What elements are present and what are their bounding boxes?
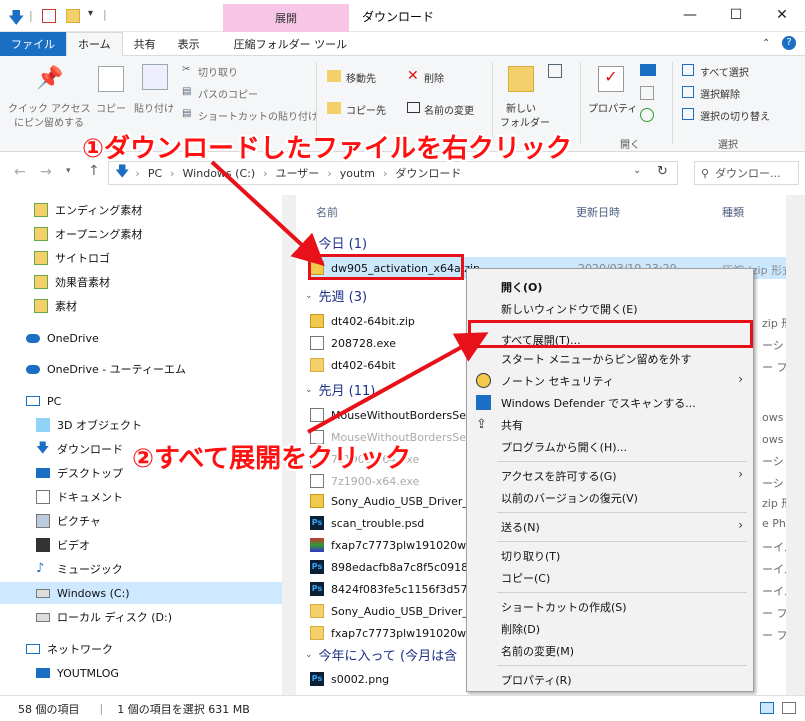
annotation-arrows bbox=[210, 160, 489, 434]
arrow-to-file bbox=[210, 160, 325, 267]
annotation-step-2: ②すべて展開をクリック bbox=[132, 444, 412, 474]
arrow-to-extract-all bbox=[307, 332, 489, 434]
annotation-step-1: ①ダウンロードしたファイルを右クリック bbox=[82, 134, 573, 164]
